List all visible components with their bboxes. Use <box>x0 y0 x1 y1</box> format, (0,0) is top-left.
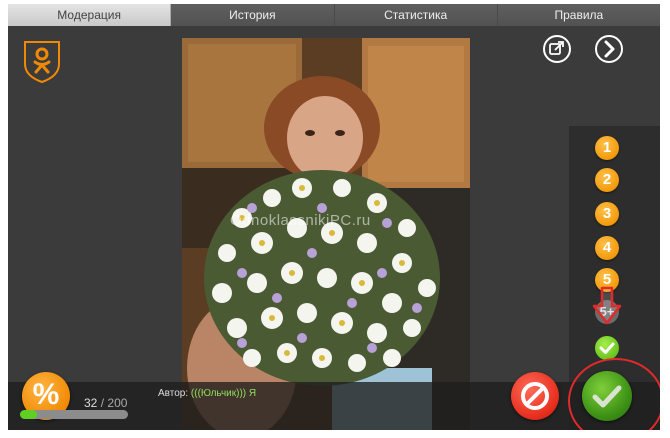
progress-total: 200 <box>107 396 128 410</box>
tab-moderation[interactable]: Модерация <box>8 4 172 26</box>
tab-bar: Модерация История Статистика Правила <box>8 4 660 26</box>
approve-small-button[interactable] <box>595 336 619 360</box>
author-label: Автор: <box>158 388 189 399</box>
rate-3-button[interactable]: 3 <box>595 202 619 226</box>
check-icon <box>599 342 615 354</box>
moderation-photo: OdnoklassnikiPC.ru <box>182 38 470 430</box>
block-icon <box>521 382 549 410</box>
tab-rules[interactable]: Правила <box>497 4 660 26</box>
tab-statistics[interactable]: Статистика <box>334 4 498 26</box>
rate-1-button[interactable]: 1 <box>595 136 619 160</box>
moderation-stage: OdnoklassnikiPC.ru 1 2 3 4 5 5+ % 32 / 2… <box>8 26 660 430</box>
progress-separator: / <box>100 396 105 410</box>
author-info: Автор: (((Юльчик))) Я <box>158 388 256 399</box>
share-icon[interactable] <box>542 34 572 64</box>
photo-watermark: OdnoklassnikiPC.ru <box>230 212 371 229</box>
progress-bar <box>20 410 128 419</box>
odnoklassniki-logo-icon <box>24 41 60 84</box>
reject-button[interactable] <box>511 372 559 420</box>
progress-bar-fill <box>20 410 38 419</box>
tab-history[interactable]: История <box>171 4 335 26</box>
progress-current: 32 <box>84 396 98 410</box>
arrow-down-icon <box>592 286 622 325</box>
photo-image <box>182 38 470 430</box>
rate-4-button[interactable]: 4 <box>595 236 619 260</box>
author-name[interactable]: (((Юльчик))) Я <box>191 388 256 399</box>
progress-counter: 32 / 200 <box>84 396 127 410</box>
rate-2-button[interactable]: 2 <box>595 168 619 192</box>
next-arrow-icon[interactable] <box>594 34 624 64</box>
